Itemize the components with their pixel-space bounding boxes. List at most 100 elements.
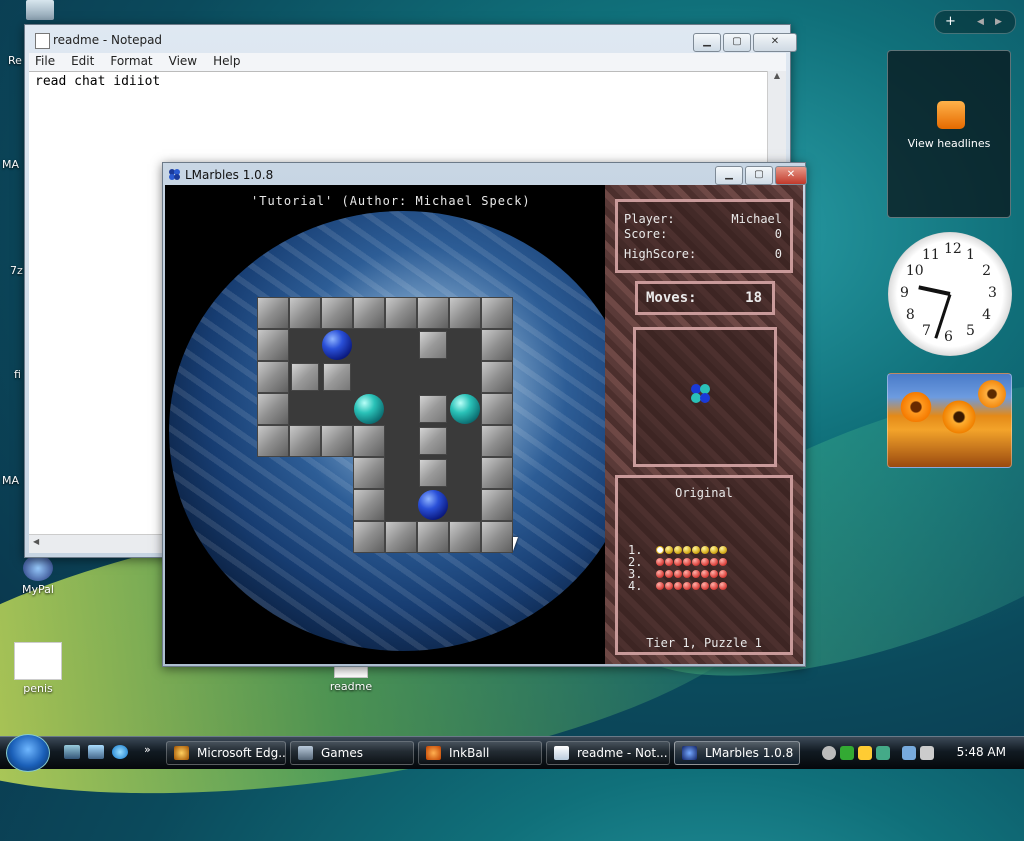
feed-headlines-gadget[interactable]: View headlines <box>887 50 1011 218</box>
wall-tile <box>449 297 481 329</box>
slideshow-gadget[interactable] <box>887 373 1012 468</box>
puzzle-dot-locked[interactable] <box>655 558 664 566</box>
blue-marble[interactable] <box>418 490 448 520</box>
puzzle-dot-available[interactable] <box>709 546 718 554</box>
scroll-left-icon[interactable]: ◀ <box>33 537 39 546</box>
maximize-button[interactable]: ▢ <box>745 166 773 185</box>
view-headlines-label[interactable]: View headlines <box>888 137 1010 150</box>
puzzle-dot-locked[interactable] <box>682 570 691 578</box>
puzzle-dot-available[interactable] <box>682 546 691 554</box>
security-shield-icon[interactable] <box>840 746 854 760</box>
wall-tile <box>481 457 513 489</box>
puzzle-dot-locked[interactable] <box>709 570 718 578</box>
obstacle-tile <box>291 363 319 391</box>
chevron-left-icon[interactable]: ◀ <box>977 11 984 33</box>
menu-view[interactable]: View <box>163 53 203 71</box>
windows-update-icon[interactable] <box>876 746 890 760</box>
scroll-up-icon[interactable]: ▲ <box>768 71 786 80</box>
desktop-label-partial-1: Re <box>8 54 22 67</box>
taskbar-button-lmarbles[interactable]: LMarbles 1.0.8 <box>674 741 800 765</box>
puzzle-dot-locked[interactable] <box>691 558 700 566</box>
clock-number: 7 <box>922 323 931 340</box>
clock-number: 12 <box>944 241 962 257</box>
wall-tile <box>257 361 289 393</box>
puzzle-dot-locked[interactable] <box>709 582 718 590</box>
close-button[interactable]: ✕ <box>753 33 797 52</box>
clock-gadget[interactable]: 12 1 2 3 4 5 6 7 8 9 10 11 <box>888 232 1012 356</box>
moves-label: Moves: <box>646 290 697 306</box>
network-icon[interactable] <box>822 746 836 760</box>
add-gadget-icon[interactable]: + <box>945 11 956 33</box>
puzzle-dot-available[interactable] <box>655 546 664 554</box>
volume-muted-icon[interactable] <box>920 746 934 760</box>
puzzle-dot-locked[interactable] <box>673 582 682 590</box>
puzzle-dot-locked[interactable] <box>700 582 709 590</box>
menu-help[interactable]: Help <box>207 53 246 71</box>
puzzle-dot-locked[interactable] <box>709 558 718 566</box>
quicklaunch-more-icon[interactable]: » <box>144 743 151 756</box>
start-button[interactable] <box>6 734 50 772</box>
puzzle-dot-locked[interactable] <box>718 570 727 578</box>
puzzle-dot-available[interactable] <box>700 546 709 554</box>
recycle-bin-icon[interactable] <box>10 0 70 22</box>
cyan-marble[interactable] <box>450 394 480 424</box>
show-desktop-icon[interactable] <box>64 745 80 759</box>
cyan-marble[interactable] <box>354 394 384 424</box>
menu-edit[interactable]: Edit <box>65 53 100 71</box>
level-set-name: Original <box>675 486 733 500</box>
sidebar-controls[interactable]: + ◀ ▶ <box>934 10 1016 34</box>
puzzle-dot-locked[interactable] <box>682 558 691 566</box>
puzzle-dot-locked[interactable] <box>664 582 673 590</box>
wall-tile <box>321 297 353 329</box>
puzzle-dot-available[interactable] <box>673 546 682 554</box>
puzzle-dot-available[interactable] <box>691 546 700 554</box>
puzzle-dot-locked[interactable] <box>664 558 673 566</box>
puzzle-dot-locked[interactable] <box>655 570 664 578</box>
wall-tile <box>481 425 513 457</box>
puzzle-dot-locked[interactable] <box>691 582 700 590</box>
taskbar-button-notepad[interactable]: readme - Not... <box>546 741 670 765</box>
taskbar-button-label: readme - Not... <box>577 746 668 760</box>
menu-format[interactable]: Format <box>104 53 158 71</box>
close-button[interactable]: ✕ <box>775 166 807 185</box>
wall-tile <box>353 297 385 329</box>
puzzle-dot-available[interactable] <box>718 546 727 554</box>
desktop-icon-penis[interactable]: penis <box>8 642 68 695</box>
blue-marble[interactable] <box>322 330 352 360</box>
target-figure-panel <box>633 327 777 467</box>
game-canvas[interactable]: 'Tutorial' (Author: Michael Speck) Playe… <box>165 185 803 664</box>
puzzle-dot-locked[interactable] <box>673 570 682 578</box>
maximize-button[interactable]: ▢ <box>723 33 751 52</box>
warning-icon[interactable] <box>858 746 872 760</box>
clock-number: 4 <box>982 307 992 323</box>
puzzle-dot-locked[interactable] <box>664 570 673 578</box>
minimize-button[interactable]: ▁ <box>693 33 721 52</box>
internet-explorer-icon[interactable] <box>112 745 128 759</box>
desktop-icon-mypal[interactable]: MyPal <box>8 555 68 596</box>
menu-file[interactable]: File <box>29 53 61 71</box>
window-title: LMarbles 1.0.8 <box>185 168 274 182</box>
puzzle-dot-locked[interactable] <box>718 558 727 566</box>
puzzle-dot-locked[interactable] <box>655 582 664 590</box>
puzzle-dot-locked[interactable] <box>691 570 700 578</box>
puzzle-dot-locked[interactable] <box>673 558 682 566</box>
lmarbles-window[interactable]: LMarbles 1.0.8 ▁ ▢ ✕ 'Tutorial' (Author:… <box>162 162 807 667</box>
minimize-button[interactable]: ▁ <box>715 166 743 185</box>
puzzle-dot-locked[interactable] <box>700 558 709 566</box>
moves-value: 18 <box>745 290 762 306</box>
puzzle-dot-available[interactable] <box>664 546 673 554</box>
puzzle-dot-locked[interactable] <box>700 570 709 578</box>
puzzle-dot-locked[interactable] <box>718 582 727 590</box>
desktop-icon-readme[interactable]: readme <box>321 664 381 693</box>
inkball-icon <box>426 746 441 760</box>
taskbar-button-label: Microsoft Edg... <box>197 746 286 760</box>
obstacle-tile <box>419 331 447 359</box>
display-icon[interactable] <box>902 746 916 760</box>
switch-windows-icon[interactable] <box>88 745 104 759</box>
puzzle-dot-locked[interactable] <box>682 582 691 590</box>
taskbar-button-games[interactable]: Games <box>290 741 414 765</box>
chevron-right-icon[interactable]: ▶ <box>995 11 1002 33</box>
taskbar-button-inkball[interactable]: InkBall <box>418 741 542 765</box>
taskbar-button-edge[interactable]: Microsoft Edg... <box>166 741 286 765</box>
clock-time[interactable]: 5:48 AM <box>957 745 1006 759</box>
